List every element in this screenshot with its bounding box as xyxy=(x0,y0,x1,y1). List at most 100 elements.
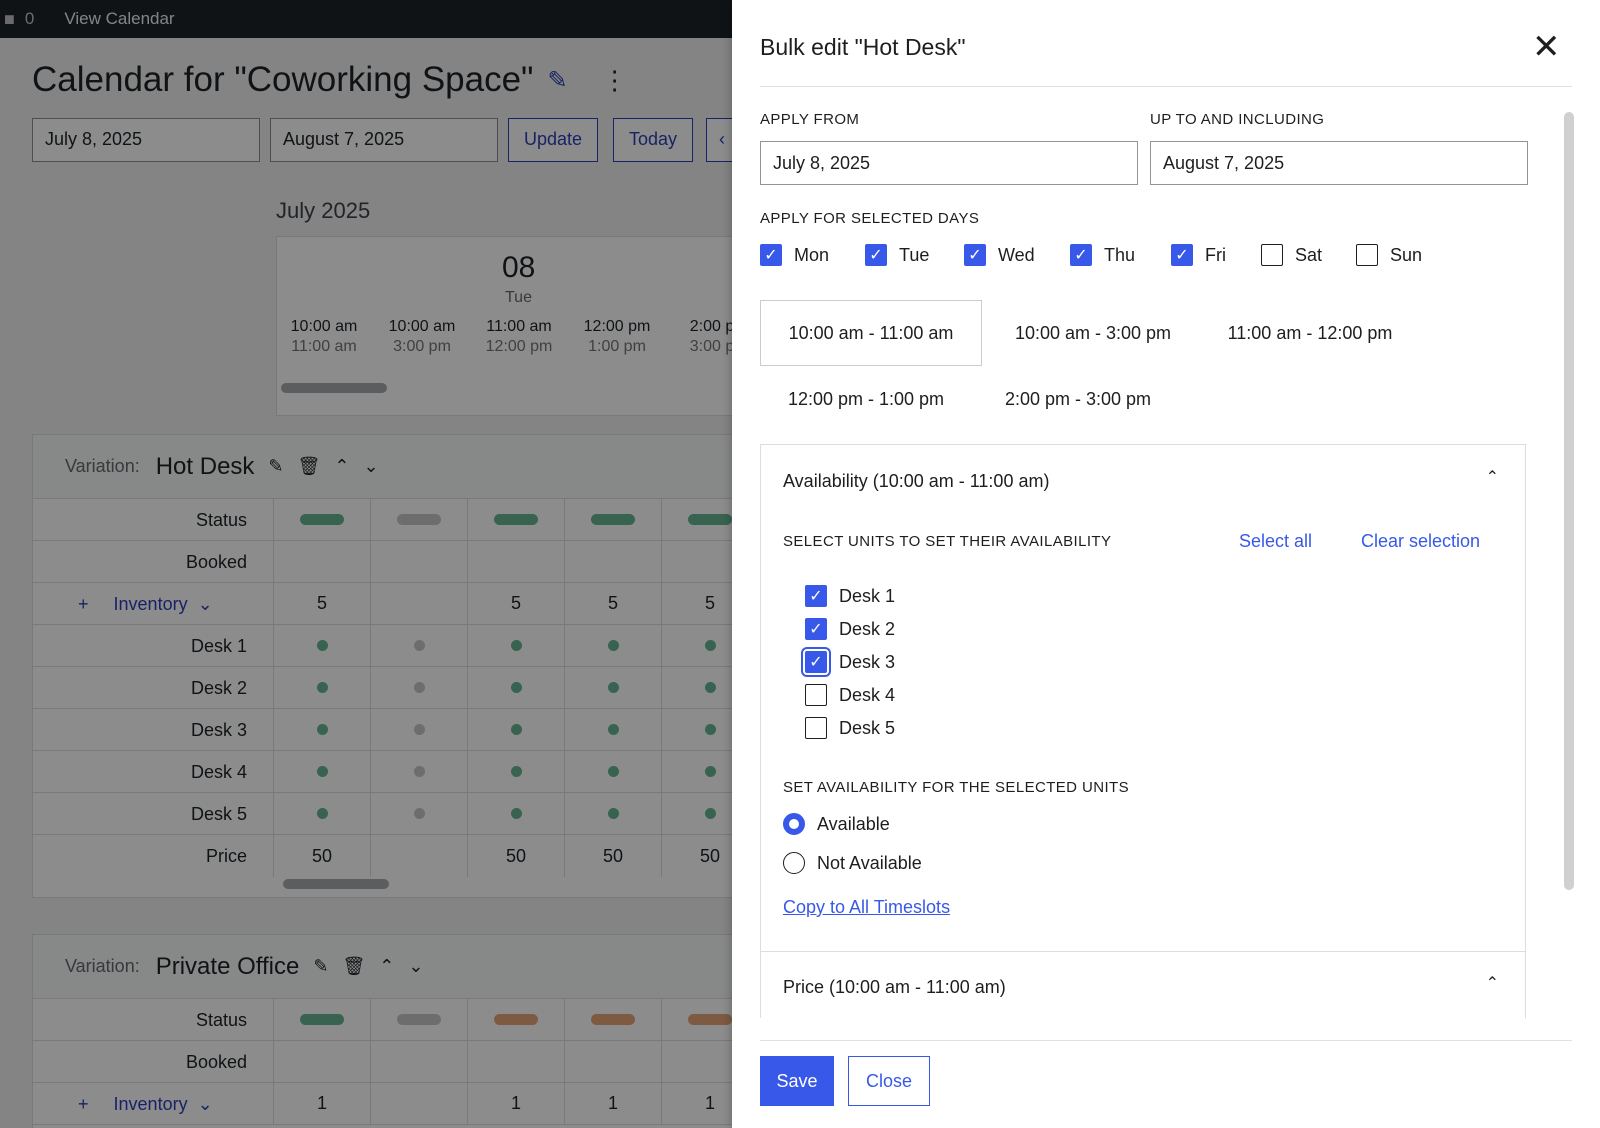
inventory-cell[interactable]: 5 xyxy=(564,583,661,624)
checkbox-empty[interactable] xyxy=(1356,244,1378,266)
price-cell[interactable] xyxy=(370,835,467,877)
unit-dot[interactable] xyxy=(316,766,328,777)
unit-dot[interactable] xyxy=(316,640,328,651)
status-pill[interactable] xyxy=(494,514,538,525)
day-checkbox-fri[interactable]: ✓ Fri xyxy=(1171,244,1226,266)
inventory-cell[interactable]: 1 xyxy=(467,1083,564,1124)
close-button[interactable]: Close xyxy=(848,1056,930,1106)
vertical-scrollbar[interactable] xyxy=(1564,112,1574,890)
price-cell[interactable]: 50 xyxy=(564,835,661,877)
unit-dot[interactable] xyxy=(607,682,619,693)
unit-dot[interactable] xyxy=(413,682,425,693)
select-all-link[interactable]: Select all xyxy=(1239,531,1312,552)
day-checkbox-mon[interactable]: ✓ Mon xyxy=(760,244,829,266)
day-checkbox-sat[interactable]: Sat xyxy=(1261,244,1322,266)
update-button[interactable]: Update xyxy=(508,118,599,162)
checkmark-icon[interactable]: ✓ xyxy=(1070,244,1092,266)
unit-dot[interactable] xyxy=(704,766,716,777)
checkmark-icon[interactable]: ✓ xyxy=(964,244,986,266)
price-heading[interactable]: Price (10:00 am - 11:00 am) xyxy=(783,977,1006,998)
unit-dot[interactable] xyxy=(510,640,522,651)
chevron-down-icon[interactable]: ⌄ xyxy=(198,594,213,614)
close-icon[interactable]: ✕ xyxy=(1532,30,1561,64)
unit-dot[interactable] xyxy=(607,640,619,651)
unit-dot[interactable] xyxy=(316,808,328,819)
copy-to-all-timeslots-link[interactable]: Copy to All Timeslots xyxy=(783,897,950,918)
slot-header[interactable]: 10:00 am 3:00 pm xyxy=(377,317,467,357)
apply-from-input[interactable]: July 8, 2025 xyxy=(760,141,1138,185)
unit-dot[interactable] xyxy=(704,808,716,819)
slot-header[interactable]: 2:00 p 3:00 p xyxy=(667,317,740,357)
up-to-input[interactable]: August 7, 2025 xyxy=(1150,141,1528,185)
plus-icon[interactable]: + xyxy=(78,594,89,614)
more-options-icon[interactable]: ⋮ xyxy=(602,65,628,96)
from-date-input[interactable]: July 8, 2025 xyxy=(32,118,260,162)
unit-dot[interactable] xyxy=(704,640,716,651)
availability-heading[interactable]: Availability (10:00 am - 11:00 am) xyxy=(783,471,1049,492)
checkmark-icon[interactable]: ✓ xyxy=(805,618,827,640)
chevron-down-icon[interactable]: ⌄ xyxy=(408,956,423,977)
unit-checkbox-desk-4[interactable]: Desk 4 xyxy=(805,684,895,706)
unit-dot[interactable] xyxy=(316,682,328,693)
checkmark-icon[interactable]: ✓ xyxy=(865,244,887,266)
timeslot-tab[interactable]: 10:00 am - 3:00 pm xyxy=(982,300,1204,366)
status-pill[interactable] xyxy=(397,514,441,525)
slot-header[interactable]: 10:00 am 11:00 am xyxy=(279,317,369,357)
slot-header[interactable]: 12:00 pm 1:00 pm xyxy=(572,317,662,357)
checkmark-icon[interactable]: ✓ xyxy=(801,647,831,677)
timeslot-tab[interactable]: 11:00 am - 12:00 pm xyxy=(1204,300,1416,366)
unit-dot[interactable] xyxy=(510,808,522,819)
status-pill[interactable] xyxy=(300,1014,344,1025)
unit-dot[interactable] xyxy=(510,682,522,693)
timeslot-tab[interactable]: 2:00 pm - 3:00 pm xyxy=(972,366,1184,432)
status-pill[interactable] xyxy=(591,1014,635,1025)
inventory-cell[interactable]: 1 xyxy=(661,1083,740,1124)
radio-empty-icon[interactable] xyxy=(783,852,805,874)
timeslot-tab[interactable]: 12:00 pm - 1:00 pm xyxy=(760,366,972,432)
chevron-down-icon[interactable]: ⌄ xyxy=(198,1094,213,1114)
unit-dot[interactable] xyxy=(607,766,619,777)
today-button[interactable]: Today xyxy=(613,118,694,162)
unit-dot[interactable] xyxy=(704,724,716,735)
price-cell[interactable]: 50 xyxy=(467,835,564,877)
price-cell[interactable]: 50 xyxy=(273,835,370,877)
unit-dot[interactable] xyxy=(413,640,425,651)
chevron-up-icon[interactable]: ⌃ xyxy=(334,456,349,477)
checkbox-empty[interactable] xyxy=(1261,244,1283,266)
chevron-up-icon[interactable]: ⌃ xyxy=(379,956,394,977)
status-pill[interactable] xyxy=(688,1014,732,1025)
unit-checkbox-desk-5[interactable]: Desk 5 xyxy=(805,717,895,739)
inventory-toggle[interactable]: + Inventory ⌄ xyxy=(33,583,273,624)
inventory-cell[interactable]: 5 xyxy=(467,583,564,624)
checkmark-icon[interactable]: ✓ xyxy=(1171,244,1193,266)
inventory-cell[interactable]: 1 xyxy=(564,1083,661,1124)
comments-link[interactable]: ■ 0 xyxy=(4,9,34,30)
trash-icon[interactable]: 🗑 xyxy=(298,456,321,477)
inventory-cell[interactable]: 5 xyxy=(661,583,740,624)
unit-checkbox-desk-2[interactable]: ✓ Desk 2 xyxy=(805,618,895,640)
checkmark-icon[interactable]: ✓ xyxy=(805,585,827,607)
chevron-up-icon[interactable]: ⌃ xyxy=(1486,467,1499,487)
unit-dot[interactable] xyxy=(413,766,425,777)
edit-pencil-icon[interactable]: ✎ xyxy=(547,66,567,95)
unit-dot[interactable] xyxy=(704,682,716,693)
inventory-cell[interactable]: 5 xyxy=(273,583,370,624)
status-pill[interactable] xyxy=(591,514,635,525)
day-checkbox-sun[interactable]: Sun xyxy=(1356,244,1422,266)
horizontal-scrollbar[interactable] xyxy=(283,879,389,889)
plus-icon[interactable]: + xyxy=(78,1094,89,1114)
view-calendar-link[interactable]: View Calendar xyxy=(64,9,174,29)
day-checkbox-tue[interactable]: ✓ Tue xyxy=(865,244,929,266)
radio-not-available[interactable]: Not Available xyxy=(783,852,922,874)
inventory-cell[interactable] xyxy=(370,583,467,624)
checkbox-empty[interactable] xyxy=(805,684,827,706)
unit-dot[interactable] xyxy=(607,808,619,819)
radio-available[interactable]: Available xyxy=(783,813,890,835)
inventory-toggle[interactable]: + Inventory ⌄ xyxy=(33,1083,273,1124)
inventory-cell[interactable]: 1 xyxy=(273,1083,370,1124)
edit-pencil-icon[interactable]: ✎ xyxy=(268,456,283,477)
day-checkbox-thu[interactable]: ✓ Thu xyxy=(1070,244,1135,266)
price-cell[interactable]: 50 xyxy=(661,835,740,877)
day-checkbox-wed[interactable]: ✓ Wed xyxy=(964,244,1035,266)
unit-checkbox-desk-1[interactable]: ✓ Desk 1 xyxy=(805,585,895,607)
